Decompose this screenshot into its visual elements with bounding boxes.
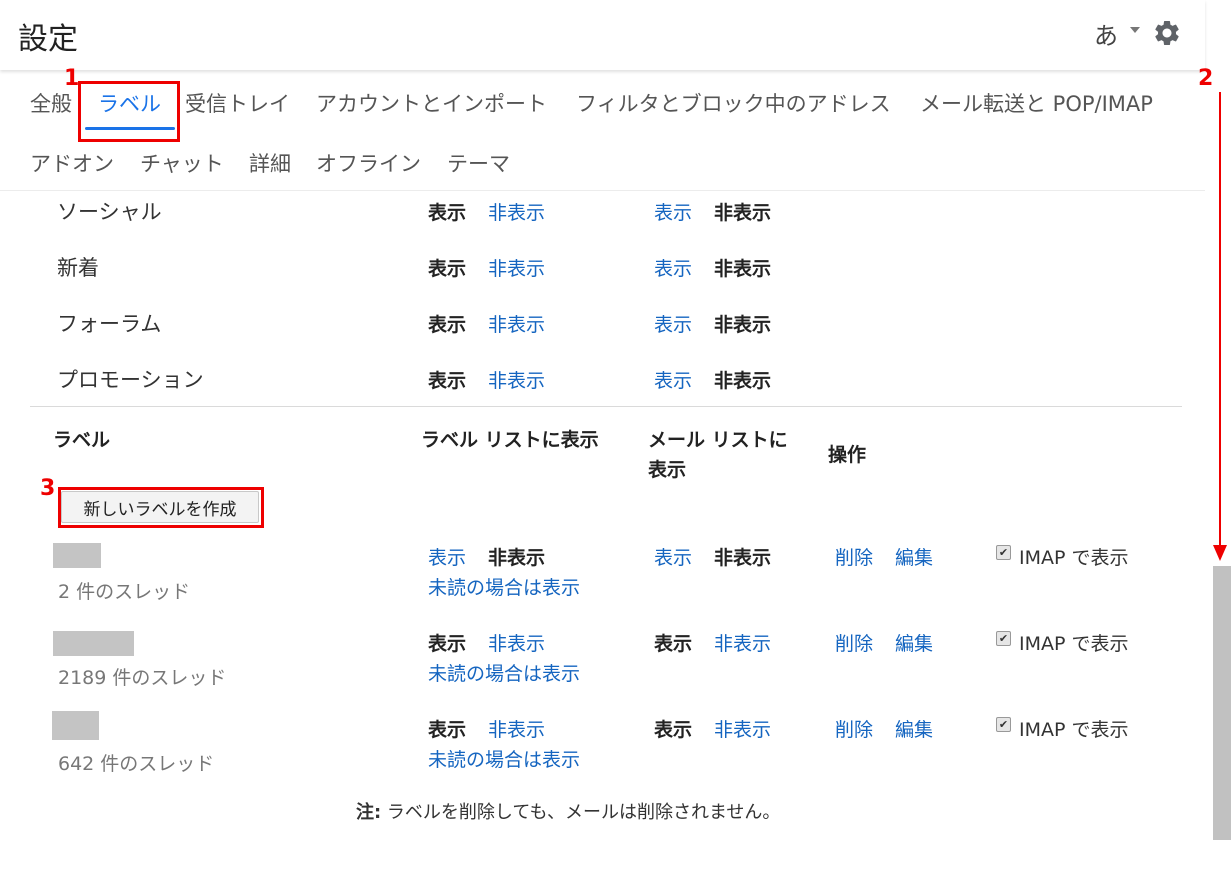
message-list-hide-link[interactable]: 非表示 [714, 629, 771, 656]
thread-count: 2189 件のスレッド [58, 667, 227, 689]
annotation-marker-3: 3 [40, 476, 56, 501]
annotation-box-create-button [58, 487, 264, 528]
message-list-show-selected: 表示 [654, 633, 693, 655]
imap-checkbox[interactable]: ✔ [996, 631, 1011, 646]
tab-accounts-import[interactable]: アカウントとインポート [316, 88, 547, 118]
message-list-show-link[interactable]: 表示 [654, 366, 692, 393]
message-list-hide-selected: 非表示 [714, 258, 772, 280]
category-name: フォーラム [57, 312, 162, 336]
tabs-divider [0, 190, 1205, 191]
show-if-unread-link[interactable]: 未読の場合は表示 [428, 659, 580, 686]
message-list-show-link[interactable]: 表示 [654, 198, 692, 225]
label-list-hide-link[interactable]: 非表示 [488, 715, 545, 742]
label-list-show-selected: 表示 [428, 719, 467, 741]
edit-label-link[interactable]: 編集 [895, 715, 933, 742]
label-list-hide-link[interactable]: 非表示 [488, 366, 545, 393]
delete-label-link[interactable]: 削除 [835, 715, 873, 742]
label-list-show-selected: 表示 [428, 258, 467, 280]
annotation-box-labels-tab [78, 81, 180, 142]
column-header-message-list: メール リストに表示 [648, 429, 788, 481]
show-if-unread-link[interactable]: 未読の場合は表示 [428, 573, 580, 600]
tab-chat[interactable]: チャット [140, 148, 224, 178]
input-tools-button[interactable]: あ [1094, 16, 1118, 51]
thread-count: 642 件のスレッド [58, 753, 215, 775]
label-list-show-link[interactable]: 表示 [428, 543, 466, 570]
tab-forwarding-pop-imap[interactable]: メール転送と POP/IMAP [920, 88, 1153, 118]
category-name: 新着 [57, 256, 99, 280]
tab-filters-blocked[interactable]: フィルタとブロック中のアドレス [576, 88, 891, 118]
label-list-show-selected: 表示 [428, 370, 467, 392]
chevron-down-icon[interactable] [1130, 27, 1140, 33]
edit-label-link[interactable]: 編集 [895, 543, 933, 570]
arrow-down-icon [1213, 545, 1227, 561]
delete-label-link[interactable]: 削除 [835, 543, 873, 570]
section-divider [30, 406, 1182, 407]
thread-count: 2 件のスレッド [58, 581, 191, 603]
column-header-label-list: ラベル リストに表示 [421, 429, 599, 451]
column-header-label: ラベル [53, 429, 111, 451]
label-name-redacted [53, 543, 101, 568]
category-name: ソーシャル [57, 200, 162, 224]
category-name: プロモーション [57, 368, 204, 392]
imap-checkbox-label: IMAP で表示 [1019, 547, 1129, 569]
tab-general[interactable]: 全般 [30, 88, 72, 118]
show-if-unread-link[interactable]: 未読の場合は表示 [428, 745, 580, 772]
gear-icon[interactable] [1152, 18, 1182, 48]
label-list-hide-link[interactable]: 非表示 [488, 198, 545, 225]
scrollbar-thumb[interactable] [1213, 566, 1231, 840]
note-bold: 注: [356, 802, 382, 823]
imap-checkbox-label: IMAP で表示 [1019, 633, 1129, 655]
label-name-redacted [53, 631, 134, 656]
column-header-actions: 操作 [828, 444, 867, 466]
note-text: ラベルを削除しても、メールは削除されません。 [381, 802, 781, 823]
delete-label-link[interactable]: 削除 [835, 629, 873, 656]
tab-offline[interactable]: オフライン [316, 148, 421, 178]
settings-header: 設定 あ [0, 0, 1205, 70]
label-list-show-selected: 表示 [428, 633, 467, 655]
tab-addons[interactable]: アドオン [30, 148, 114, 178]
message-list-show-link[interactable]: 表示 [654, 310, 692, 337]
annotation-arrow-line [1219, 92, 1221, 547]
label-list-hide-link[interactable]: 非表示 [488, 310, 545, 337]
tab-advanced[interactable]: 詳細 [249, 148, 291, 178]
edit-label-link[interactable]: 編集 [895, 629, 933, 656]
message-list-hide-selected: 非表示 [714, 370, 772, 392]
footer-note: 注: ラベルを削除しても、メールは削除されません。 [356, 798, 780, 824]
message-list-hide-link[interactable]: 非表示 [714, 715, 771, 742]
message-list-show-link[interactable]: 表示 [654, 254, 692, 281]
label-list-show-selected: 表示 [428, 314, 467, 336]
annotation-marker-2: 2 [1198, 66, 1214, 91]
imap-checkbox[interactable]: ✔ [996, 717, 1011, 732]
page-title: 設定 [18, 22, 78, 57]
imap-checkbox-label: IMAP で表示 [1019, 719, 1129, 741]
message-list-show-selected: 表示 [654, 719, 693, 741]
label-list-hide-link[interactable]: 非表示 [488, 254, 545, 281]
label-list-hide-link[interactable]: 非表示 [488, 629, 545, 656]
label-list-show-selected: 表示 [428, 202, 467, 224]
label-list-hide-selected: 非表示 [488, 547, 546, 569]
label-name-redacted [52, 711, 99, 740]
annotation-marker-1: 1 [64, 66, 80, 91]
tab-inbox[interactable]: 受信トレイ [185, 88, 290, 118]
tab-themes[interactable]: テーマ [447, 148, 510, 178]
imap-checkbox[interactable]: ✔ [996, 545, 1011, 560]
message-list-hide-selected: 非表示 [714, 547, 772, 569]
message-list-show-link[interactable]: 表示 [654, 543, 692, 570]
message-list-hide-selected: 非表示 [714, 314, 772, 336]
message-list-hide-selected: 非表示 [714, 202, 772, 224]
